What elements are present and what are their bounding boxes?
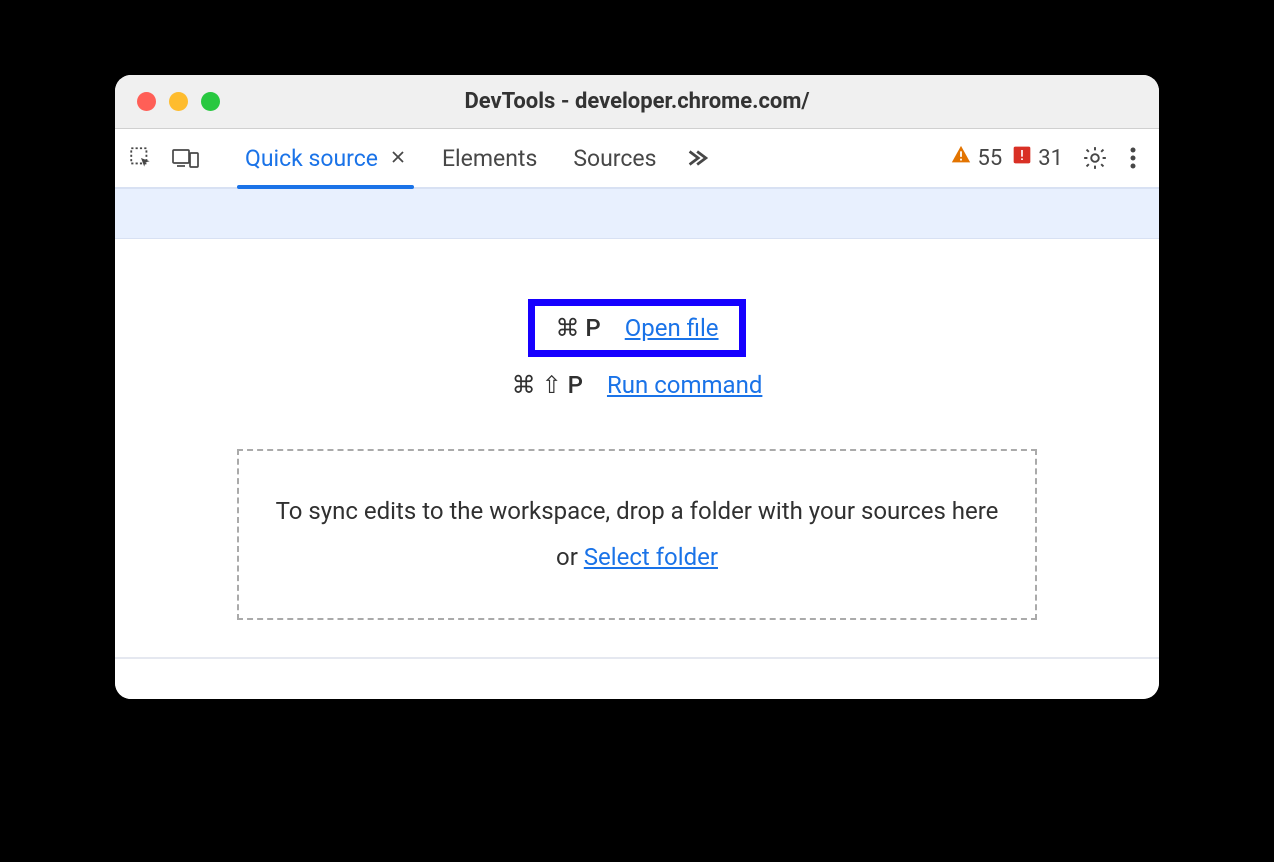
open-file-link[interactable]: Open file: [625, 314, 719, 342]
toolbar-right: 55 31: [950, 144, 1147, 172]
close-window-button[interactable]: [137, 92, 156, 111]
toolbar: Quick source Elements Sources: [115, 129, 1159, 189]
warnings-indicator[interactable]: 55: [950, 144, 1003, 172]
tabs: Quick source Elements Sources: [227, 129, 716, 187]
tab-label: Quick source: [245, 145, 378, 172]
tab-quick-source[interactable]: Quick source: [227, 129, 424, 187]
titlebar: DevTools - developer.chrome.com/: [115, 75, 1159, 129]
tab-sources[interactable]: Sources: [555, 129, 674, 187]
warnings-count: 55: [978, 146, 1003, 171]
sub-toolbar: [115, 189, 1159, 239]
settings-icon[interactable]: [1081, 144, 1109, 172]
tab-label: Sources: [573, 145, 656, 172]
warning-icon: [950, 144, 972, 172]
more-tabs-button[interactable]: [674, 129, 716, 187]
errors-indicator[interactable]: 31: [1012, 145, 1063, 171]
device-toolbar-icon[interactable]: [171, 144, 199, 172]
tab-label: Elements: [442, 145, 537, 172]
traffic-lights: [137, 92, 220, 111]
inspect-element-icon[interactable]: [127, 144, 155, 172]
toolbar-left: [127, 144, 199, 172]
footer-space: [115, 659, 1159, 699]
tab-elements[interactable]: Elements: [424, 129, 555, 187]
shortcuts-list: ⌘ P Open file ⌘ ⇧ P Run command: [135, 299, 1139, 399]
run-command-kbd: ⌘ ⇧ P: [512, 371, 583, 399]
content-area: ⌘ P Open file ⌘ ⇧ P Run command To sync …: [115, 239, 1159, 659]
devtools-window: DevTools - developer.chrome.com/ Quick s…: [115, 75, 1159, 699]
run-command-link[interactable]: Run command: [607, 371, 762, 399]
more-options-icon[interactable]: [1119, 144, 1147, 172]
open-file-kbd: ⌘ P: [555, 314, 600, 342]
select-folder-link[interactable]: Select folder: [584, 543, 718, 571]
errors-count: 31: [1038, 146, 1063, 171]
window-title: DevTools - developer.chrome.com/: [464, 89, 809, 114]
open-file-shortcut: ⌘ P Open file: [528, 299, 745, 357]
error-icon: [1012, 145, 1032, 171]
run-command-shortcut: ⌘ ⇧ P Run command: [512, 371, 763, 399]
maximize-window-button[interactable]: [201, 92, 220, 111]
workspace-dropzone[interactable]: To sync edits to the workspace, drop a f…: [237, 449, 1037, 620]
close-tab-icon[interactable]: [390, 146, 406, 170]
minimize-window-button[interactable]: [169, 92, 188, 111]
